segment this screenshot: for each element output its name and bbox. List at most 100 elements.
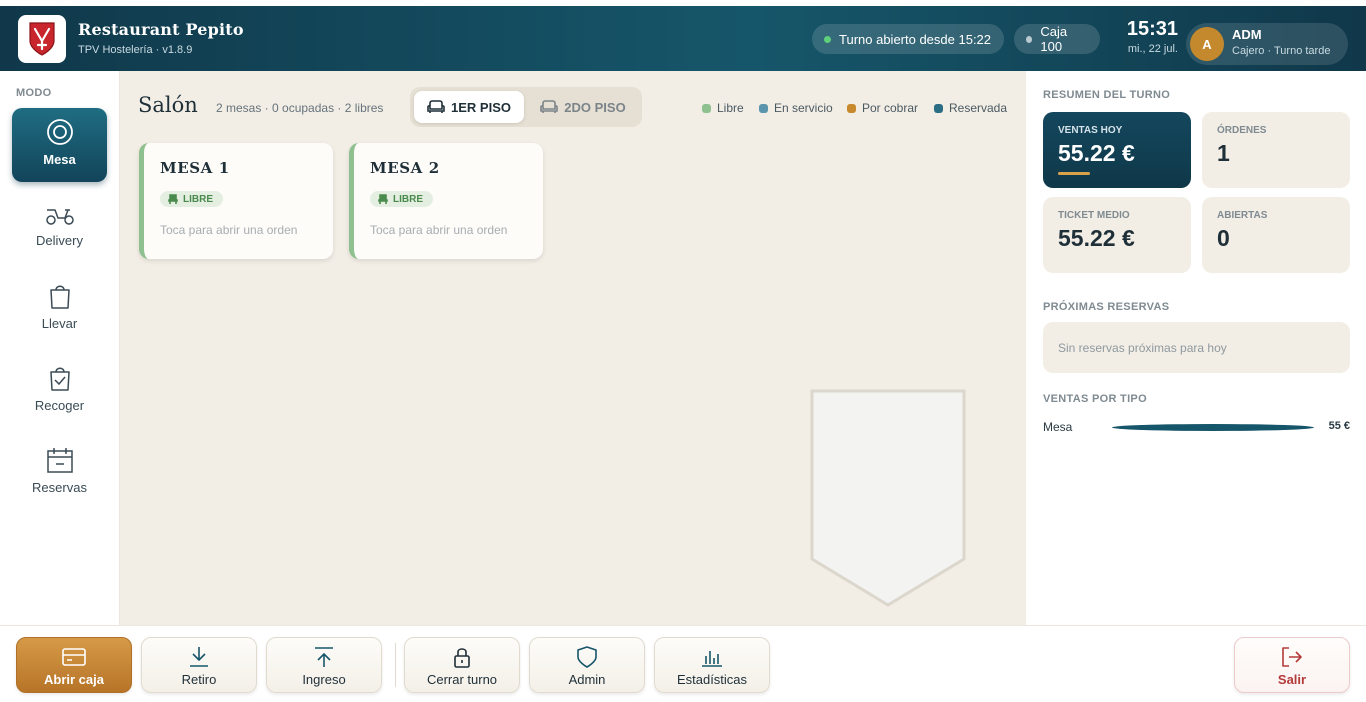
legend-label: Libre: [717, 101, 744, 115]
action-divider: [395, 643, 396, 687]
table-card-mesa-2[interactable]: MESA 2 LIBRE Toca para abrir una orden: [349, 143, 543, 259]
cash-register-text: Caja 100: [1040, 24, 1068, 54]
retiro-button[interactable]: Retiro: [141, 637, 257, 693]
ingreso-button[interactable]: Ingreso: [266, 637, 382, 693]
legend-en-servicio: En servicio: [759, 101, 833, 115]
stat-value: 55.22 €: [1058, 140, 1135, 166]
chair-icon: [168, 193, 178, 204]
stat-ticket-medio: TICKET MEDIO 55.22 €: [1043, 197, 1191, 273]
user-menu[interactable]: A ADM Cajero · Turno tarde: [1186, 23, 1348, 65]
bar-chart-icon: [702, 651, 722, 667]
target-icon: [46, 119, 73, 145]
download-icon: [190, 647, 208, 667]
tab-2do-piso[interactable]: 2DO PISO: [528, 91, 638, 123]
app-version: TPV Hostelería · v1.8.9: [78, 44, 193, 56]
table-card-mesa-1[interactable]: MESA 1 LIBRE Toca para abrir una orden: [139, 143, 333, 259]
stat-value: 0: [1217, 225, 1230, 251]
button-label: Admin: [568, 672, 606, 687]
user-name: ADM: [1232, 27, 1262, 42]
sofa-icon: [427, 100, 445, 113]
legend-por-cobrar: Por cobrar: [847, 101, 918, 115]
bag-check-icon: [49, 367, 70, 391]
scooter-icon: [45, 209, 74, 225]
button-label: Retiro: [181, 672, 217, 687]
abrir-caja-button[interactable]: Abrir caja: [16, 637, 132, 693]
clock: 15:31 mi., 22 jul.: [1120, 18, 1178, 55]
mode-item-llevar[interactable]: Llevar: [12, 272, 107, 346]
sidebar-section-label: MODO: [16, 87, 52, 99]
stat-ventas-hoy: VENTAS HOY 55.22 €: [1043, 112, 1191, 188]
summary-title: RESUMEN DEL TURNO: [1043, 89, 1171, 101]
decorative-pennant: [810, 389, 966, 607]
shift-status-pill[interactable]: Turno abierto desde 15:22: [812, 24, 1004, 54]
tables-summary: 2 mesas · 0 ocupadas · 2 libres: [216, 101, 384, 115]
cash-register-pill[interactable]: Caja 100: [1014, 24, 1100, 54]
status-badge-label: LIBRE: [183, 193, 213, 205]
page-title: Salón: [138, 93, 198, 117]
table-hint: Toca para abrir una orden: [160, 223, 298, 237]
admin-button[interactable]: Admin: [529, 637, 645, 693]
sales-type-title: VENTAS POR TIPO: [1043, 393, 1147, 405]
legend-libre: Libre: [702, 101, 744, 115]
status-badge-label: LIBRE: [393, 193, 423, 205]
upload-icon: [315, 647, 333, 667]
calendar-icon: [46, 448, 73, 473]
credit-card-icon: [62, 648, 86, 666]
chair-icon: [378, 193, 388, 204]
table-hint: Toca para abrir una orden: [370, 223, 508, 237]
mode-item-recoger[interactable]: Recoger: [12, 354, 107, 428]
status-badge: LIBRE: [160, 191, 223, 207]
status-dot-icon: [824, 35, 831, 43]
app-title: Restaurant Pepito: [78, 20, 244, 39]
legend-label: En servicio: [774, 101, 833, 115]
floor-label: 2DO PISO: [564, 99, 626, 115]
button-label: Estadísticas: [676, 672, 748, 687]
floor-selector: 1ER PISO 2DO PISO: [410, 87, 642, 127]
button-label: Cerrar turno: [426, 672, 498, 687]
mode-item-label: Llevar: [41, 316, 78, 331]
user-role: Cajero · Turno tarde: [1232, 45, 1331, 57]
legend-swatch: [847, 103, 856, 113]
legend-swatch: [934, 103, 943, 113]
status-dot-icon: [1026, 35, 1033, 43]
mode-sidebar: MODO Mesa Delivery Llevar Recoger Reserv…: [0, 71, 120, 625]
legend-label: Reservada: [949, 101, 1008, 115]
clock-time: 15:31: [1126, 18, 1178, 40]
bag-icon: [49, 285, 70, 309]
stat-label: VENTAS HOY: [1058, 125, 1123, 136]
stat-value: 1: [1217, 140, 1230, 166]
table-name: MESA 2: [370, 159, 440, 177]
button-label: Abrir caja: [44, 672, 104, 687]
stat-ordenes: ÓRDENES 1: [1202, 112, 1350, 188]
mode-item-label: Delivery: [36, 233, 83, 248]
cerrar-turno-button[interactable]: Cerrar turno: [404, 637, 520, 693]
floor-plan-area: Salón 2 mesas · 0 ocupadas · 2 libres 1E…: [120, 71, 1026, 625]
legend-swatch: [702, 103, 711, 113]
mode-item-label: Recoger: [34, 398, 85, 413]
sofa-icon: [540, 100, 559, 113]
app-header: Restaurant Pepito TPV Hostelería · v1.8.…: [0, 6, 1366, 71]
logout-icon: [1282, 647, 1302, 667]
salir-button[interactable]: Salir: [1234, 637, 1350, 693]
sales-type-label: Mesa: [1043, 420, 1073, 434]
mode-item-mesa[interactable]: Mesa: [12, 108, 107, 182]
avatar: A: [1190, 27, 1224, 61]
clock-date: mi., 22 jul.: [1127, 43, 1178, 55]
button-label: Salir: [1277, 672, 1307, 687]
mode-item-reservas[interactable]: Reservas: [12, 436, 107, 510]
mode-item-label: Mesa: [43, 152, 76, 167]
reservations-empty-state: Sin reservas próximas para hoy: [1043, 322, 1350, 373]
shift-summary-panel: RESUMEN DEL TURNO VENTAS HOY 55.22 € ÓRD…: [1026, 71, 1366, 625]
stat-abiertas: ABIERTAS 0: [1202, 197, 1350, 273]
mode-item-delivery[interactable]: Delivery: [12, 191, 107, 265]
button-label: Ingreso: [302, 672, 346, 687]
legend-swatch: [759, 103, 768, 113]
tab-1er-piso[interactable]: 1ER PISO: [414, 91, 524, 123]
estadisticas-button[interactable]: Estadísticas: [654, 637, 770, 693]
legend-label: Por cobrar: [862, 101, 919, 115]
floor-label: 1ER PISO: [451, 99, 511, 115]
sales-type-bar: [1112, 424, 1314, 431]
action-bar: Abrir caja Retiro Ingreso Cerrar turno A…: [0, 625, 1366, 702]
shift-status-text: Turno abierto desde 15:22: [839, 31, 992, 47]
stat-label: ÓRDENES: [1217, 125, 1267, 136]
